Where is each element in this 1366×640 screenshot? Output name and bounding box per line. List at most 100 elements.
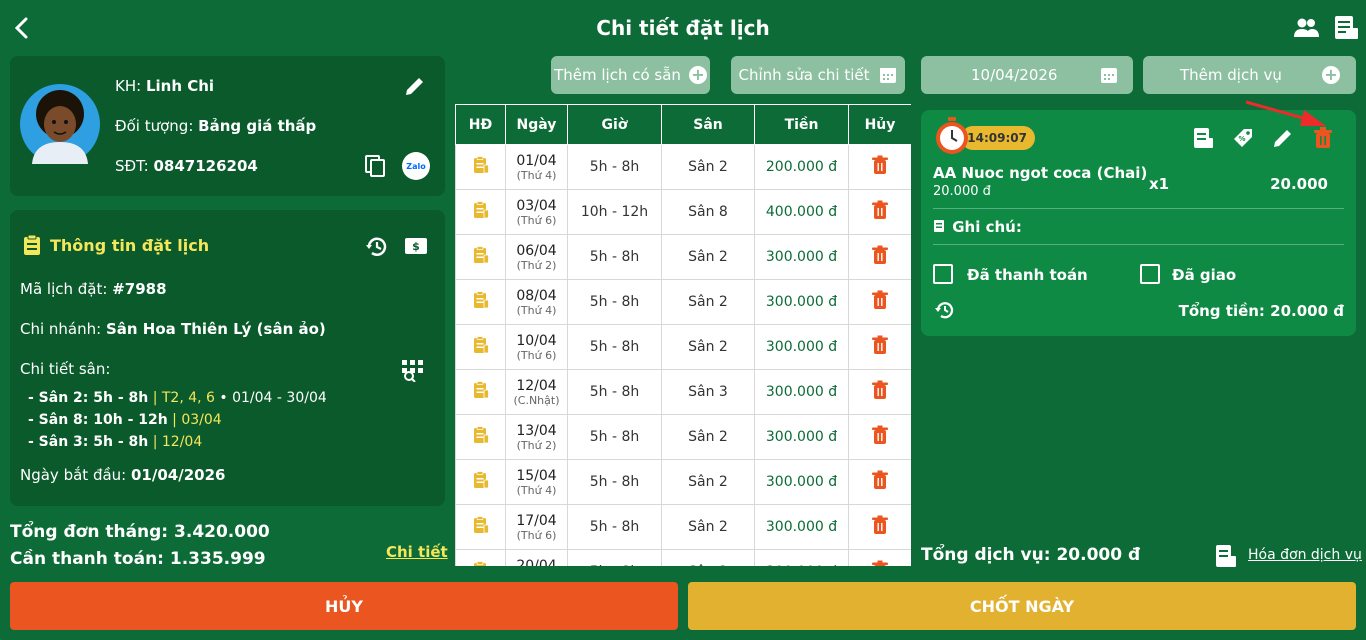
delivered-label: Đã giao bbox=[1172, 266, 1237, 284]
money-cell: 300.000 đ bbox=[754, 459, 849, 505]
note-field[interactable]: Ghi chú: bbox=[933, 218, 1022, 236]
invoice-icon[interactable] bbox=[473, 246, 489, 268]
date-cell: 06/04 (Thứ 2) bbox=[505, 234, 568, 280]
history-icon[interactable] bbox=[364, 234, 390, 260]
trash-icon[interactable] bbox=[871, 425, 889, 449]
money-cell: 300.000 đ bbox=[754, 279, 849, 325]
service-card: 14:09:07 % AA Nuoc ngot coca (Chai) 20.0… bbox=[921, 110, 1356, 336]
customer-target: Bảng giá thấp bbox=[198, 117, 317, 135]
row-weekday: (Thứ 6) bbox=[516, 213, 557, 227]
confirm-day-button[interactable]: CHỐT NGÀY bbox=[688, 582, 1356, 630]
date-cell: 15/04 (Thứ 4) bbox=[505, 459, 568, 505]
col-header-court: Sân bbox=[661, 104, 755, 145]
invoice-cell[interactable] bbox=[455, 504, 506, 550]
trash-icon[interactable] bbox=[871, 155, 889, 179]
row-weekday: (Thứ 4) bbox=[516, 303, 557, 317]
calendar-icon bbox=[1101, 68, 1117, 83]
date-cell: 10/04 (Thứ 6) bbox=[505, 324, 568, 370]
invoice-icon[interactable] bbox=[473, 426, 489, 448]
add-service-button[interactable]: Thêm dịch vụ + bbox=[1143, 56, 1356, 94]
date-picker[interactable]: 10/04/2026 bbox=[921, 56, 1133, 94]
row-weekday: (Thứ 4) bbox=[516, 168, 557, 182]
trash-icon[interactable] bbox=[871, 245, 889, 269]
plus-icon: + bbox=[1322, 66, 1340, 84]
cancel-button[interactable]: HỦY bbox=[10, 582, 678, 630]
clipboard-icon bbox=[24, 234, 40, 255]
row-date: 08/04 bbox=[516, 287, 557, 304]
delivered-checkbox[interactable] bbox=[1140, 264, 1160, 284]
invoice-cell[interactable] bbox=[455, 144, 506, 190]
money-cell: 200.000 đ bbox=[754, 144, 849, 190]
history-icon[interactable] bbox=[933, 298, 957, 322]
time-cell: 10h - 12h bbox=[567, 189, 662, 235]
invoice-cell[interactable] bbox=[455, 234, 506, 280]
trash-icon[interactable] bbox=[871, 200, 889, 224]
col-header-money: Tiền bbox=[754, 104, 849, 145]
zalo-icon[interactable]: Zalo bbox=[402, 152, 430, 180]
row-weekday: (Thứ 2) bbox=[516, 258, 557, 272]
pencil-icon[interactable] bbox=[403, 74, 427, 98]
row-date: 10/04 bbox=[516, 332, 557, 349]
invoice-icon[interactable] bbox=[473, 516, 489, 538]
paid-checkbox[interactable] bbox=[933, 264, 953, 284]
invoice-icon[interactable] bbox=[473, 201, 489, 223]
grid-search-icon[interactable] bbox=[400, 358, 424, 382]
invoice-cell[interactable] bbox=[455, 549, 506, 566]
cancel-cell[interactable] bbox=[848, 549, 911, 566]
cancel-cell[interactable] bbox=[848, 504, 911, 550]
invoice-icon[interactable] bbox=[473, 471, 489, 493]
col-header-date: Ngày bbox=[505, 104, 568, 145]
avatar bbox=[20, 84, 100, 164]
booking-info-title: Thông tin đặt lịch bbox=[50, 236, 210, 255]
copy-icon[interactable] bbox=[363, 154, 387, 178]
service-invoice-link[interactable]: Hóa đơn dịch vụ bbox=[1248, 547, 1362, 563]
court-cell: Sân 2 bbox=[661, 414, 755, 460]
trash-icon[interactable] bbox=[871, 515, 889, 539]
money-cell: 300.000 đ bbox=[754, 369, 849, 415]
invoice-icon[interactable] bbox=[473, 291, 489, 313]
receipt-icon[interactable] bbox=[1332, 14, 1360, 42]
trash-icon[interactable] bbox=[871, 470, 889, 494]
invoice-cell[interactable] bbox=[455, 369, 506, 415]
divider bbox=[933, 244, 1344, 245]
table-row: 15/04 (Thứ 4) 5h - 8h Sân 2 300.000 đ bbox=[455, 459, 911, 505]
trash-icon[interactable] bbox=[871, 335, 889, 359]
invoice-cell[interactable] bbox=[455, 414, 506, 460]
users-icon[interactable] bbox=[1292, 16, 1320, 40]
money-cell: 300.000 đ bbox=[754, 414, 849, 460]
timer-badge: 14:09:07 bbox=[961, 126, 1035, 150]
court-cell: Sân 2 bbox=[661, 504, 755, 550]
invoice-cell[interactable] bbox=[455, 459, 506, 505]
invoice-cell[interactable] bbox=[455, 324, 506, 370]
cancel-cell[interactable] bbox=[848, 414, 911, 460]
cancel-cell[interactable] bbox=[848, 459, 911, 505]
cancel-cell[interactable] bbox=[848, 324, 911, 370]
cancel-cell[interactable] bbox=[848, 144, 911, 190]
date-cell: 17/04 (Thứ 6) bbox=[505, 504, 568, 550]
court-cell: Sân 2 bbox=[661, 549, 755, 566]
cancel-cell[interactable] bbox=[848, 189, 911, 235]
trash-icon[interactable] bbox=[871, 380, 889, 404]
court-cell: Sân 3 bbox=[661, 369, 755, 415]
cancel-cell[interactable] bbox=[848, 279, 911, 325]
invoice-cell[interactable] bbox=[455, 279, 506, 325]
invoice-icon[interactable] bbox=[473, 381, 489, 403]
booking-info-card: Thông tin đặt lịch $ Mã lịch đặt: #7988 … bbox=[10, 210, 445, 506]
amount-due: Cần thanh toán: 1.335.999 bbox=[10, 549, 266, 569]
invoice-icon[interactable] bbox=[473, 336, 489, 358]
trash-icon[interactable] bbox=[871, 290, 889, 314]
invoice-icon[interactable] bbox=[473, 156, 489, 178]
cancel-cell[interactable] bbox=[848, 369, 911, 415]
invoice-icon[interactable] bbox=[1191, 126, 1215, 150]
customer-target-line: Đối tượng: Bảng giá thấp bbox=[115, 117, 317, 135]
cancel-cell[interactable] bbox=[848, 234, 911, 280]
service-unit-price: 20.000 đ bbox=[933, 184, 991, 199]
booking-code-line: Mã lịch đặt: #7988 bbox=[20, 280, 167, 298]
money-icon[interactable]: $ bbox=[404, 236, 428, 256]
detail-link[interactable]: Chi tiết bbox=[386, 543, 448, 561]
invoice-cell[interactable] bbox=[455, 189, 506, 235]
row-weekday: (Thứ 4) bbox=[516, 483, 557, 497]
time-cell: 5h - 8h bbox=[567, 414, 662, 460]
add-existing-schedule-button[interactable]: Thêm lịch có sẵn + bbox=[551, 56, 710, 94]
edit-detail-button[interactable]: Chỉnh sửa chi tiết bbox=[731, 56, 905, 94]
